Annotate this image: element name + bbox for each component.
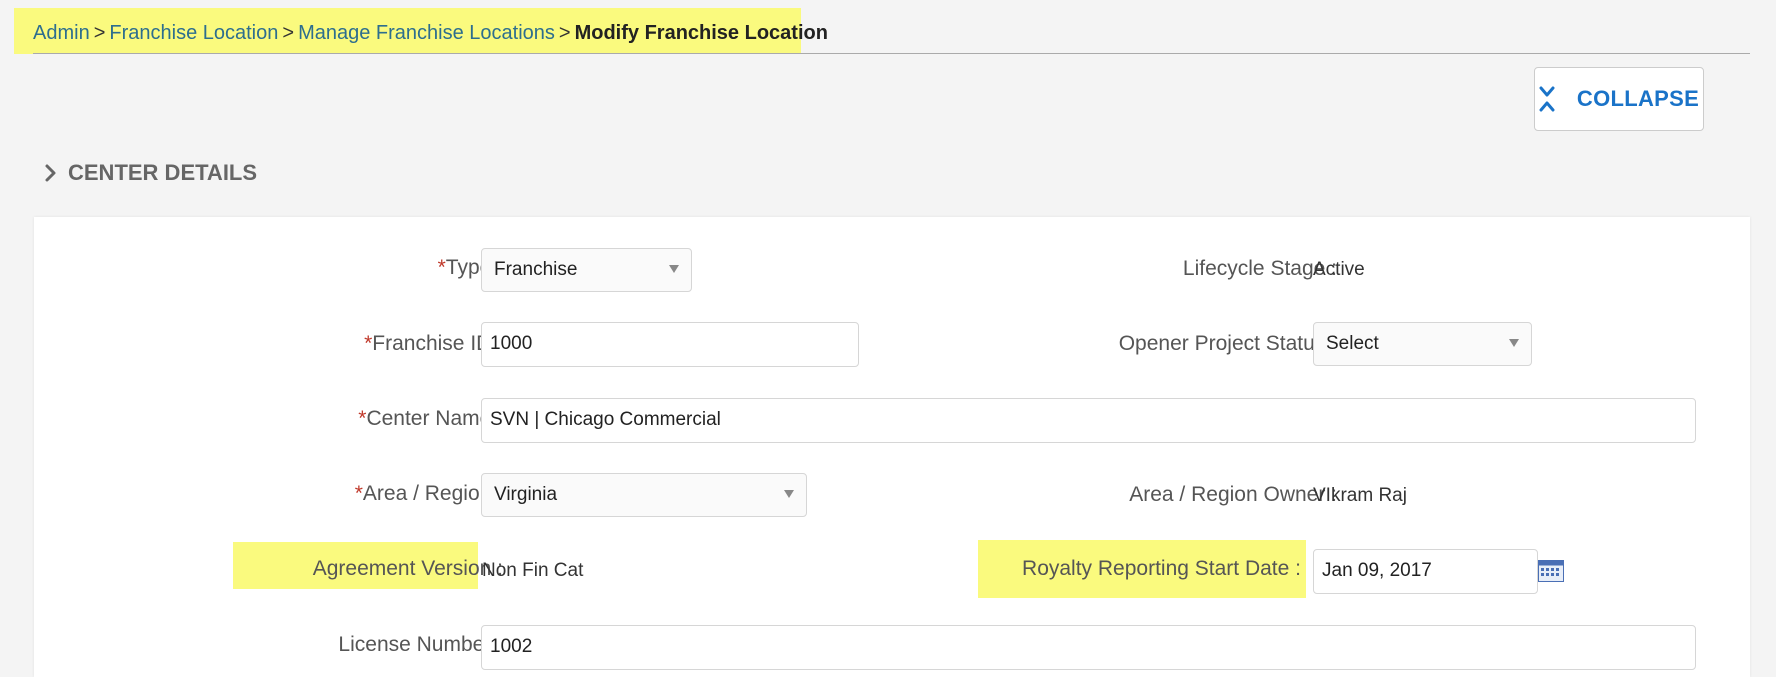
breadcrumb-separator: > <box>282 22 295 44</box>
collapse-button[interactable]: COLLAPSE <box>1534 67 1704 131</box>
center-details-panel: *Type : Franchise Lifecycle Stage : Acti… <box>34 217 1750 677</box>
chevron-down-icon <box>784 490 794 498</box>
lifecycle-stage-value: Active <box>1313 259 1365 280</box>
area-region-select-value: Virginia <box>494 484 558 505</box>
franchise-id-input[interactable]: 1000 <box>481 322 859 367</box>
collapse-arrows-icon <box>1539 86 1555 112</box>
breadcrumb-separator: > <box>558 22 571 44</box>
area-region-select[interactable]: Virginia <box>481 473 807 517</box>
breadcrumb-current: Modify Franchise Location <box>574 22 828 44</box>
type-select[interactable]: Franchise <box>481 248 692 292</box>
chevron-down-icon <box>1509 339 1519 347</box>
opener-project-status-label: Opener Project Status : <box>1118 332 1337 355</box>
section-title: CENTER DETAILS <box>68 160 258 185</box>
breadcrumb-link-manage-franchise-locations[interactable]: Manage Franchise Locations <box>298 22 555 44</box>
agreement-version-value: Non Fin Cat <box>482 560 584 581</box>
calendar-icon[interactable] <box>1538 560 1564 582</box>
area-region-owner-label: Area / Region Owner : <box>1129 483 1337 506</box>
royalty-reporting-start-date-input[interactable]: Jan 09, 2017 <box>1313 549 1538 594</box>
breadcrumb-link-admin[interactable]: Admin <box>33 22 90 44</box>
breadcrumb: Admin > Franchise Location > Manage Franchis… <box>14 8 828 54</box>
royalty-reporting-start-date-label: Royalty Reporting Start Date : <box>1022 557 1301 580</box>
collapse-label: COLLAPSE <box>1576 86 1700 111</box>
chevron-right-icon <box>45 164 56 182</box>
opener-project-status-select[interactable]: Select <box>1313 322 1532 366</box>
opener-project-status-value: Select <box>1326 333 1379 354</box>
agreement-version-label: Agreement Version : <box>312 557 503 580</box>
required-marker: * <box>437 256 446 279</box>
breadcrumb-link-franchise-location[interactable]: Franchise Location <box>109 22 278 44</box>
breadcrumb-separator: > <box>93 22 106 44</box>
required-marker: * <box>354 482 363 505</box>
section-header-center-details[interactable]: CENTER DETAILS <box>44 158 257 188</box>
license-number-label: License Number : <box>338 633 503 656</box>
area-region-owner-value: VIkram Raj <box>1313 485 1407 506</box>
chevron-down-icon <box>669 265 679 273</box>
center-name-input[interactable]: SVN | Chicago Commercial <box>481 398 1696 443</box>
license-number-input[interactable]: 1002 <box>481 625 1696 670</box>
type-select-value: Franchise <box>494 259 578 280</box>
breadcrumb-divider <box>33 53 1750 54</box>
